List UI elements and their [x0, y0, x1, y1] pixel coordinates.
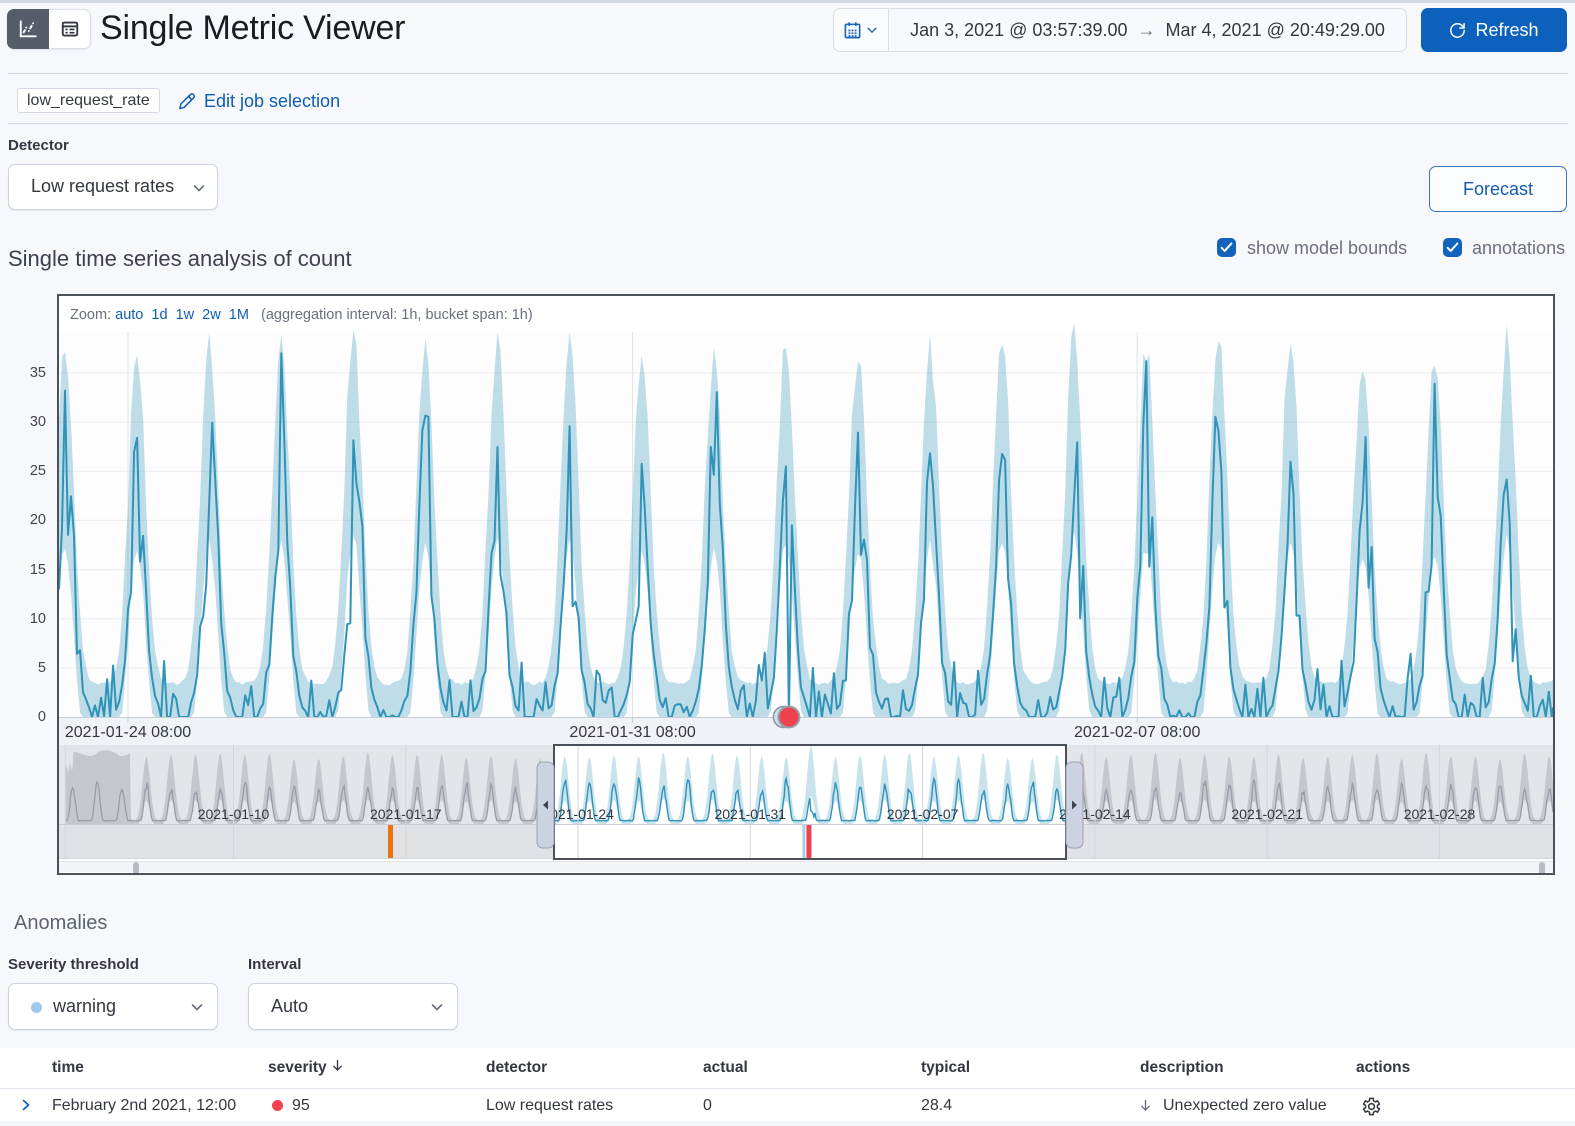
svg-text:2021-01-17: 2021-01-17 — [370, 806, 442, 822]
svg-text:2021-01-24 08:00: 2021-01-24 08:00 — [65, 724, 191, 741]
svg-text:2021-02-07: 2021-02-07 — [887, 806, 959, 822]
svg-text:2021-02-28: 2021-02-28 — [1404, 806, 1476, 822]
svg-text:2021-02-21: 2021-02-21 — [1231, 806, 1303, 822]
svg-text:2021-02-07 08:00: 2021-02-07 08:00 — [1074, 724, 1200, 741]
svg-text:2021-01-31 08:00: 2021-01-31 08:00 — [569, 724, 695, 741]
svg-text:Zoom: auto 1d 1w 2w 1M (: Zoom: auto 1d 1w 2w 1M (aggregation inte… — [70, 307, 533, 323]
svg-text:2021-01-31: 2021-01-31 — [714, 806, 786, 822]
svg-text:2021-01-10: 2021-01-10 — [198, 806, 270, 822]
